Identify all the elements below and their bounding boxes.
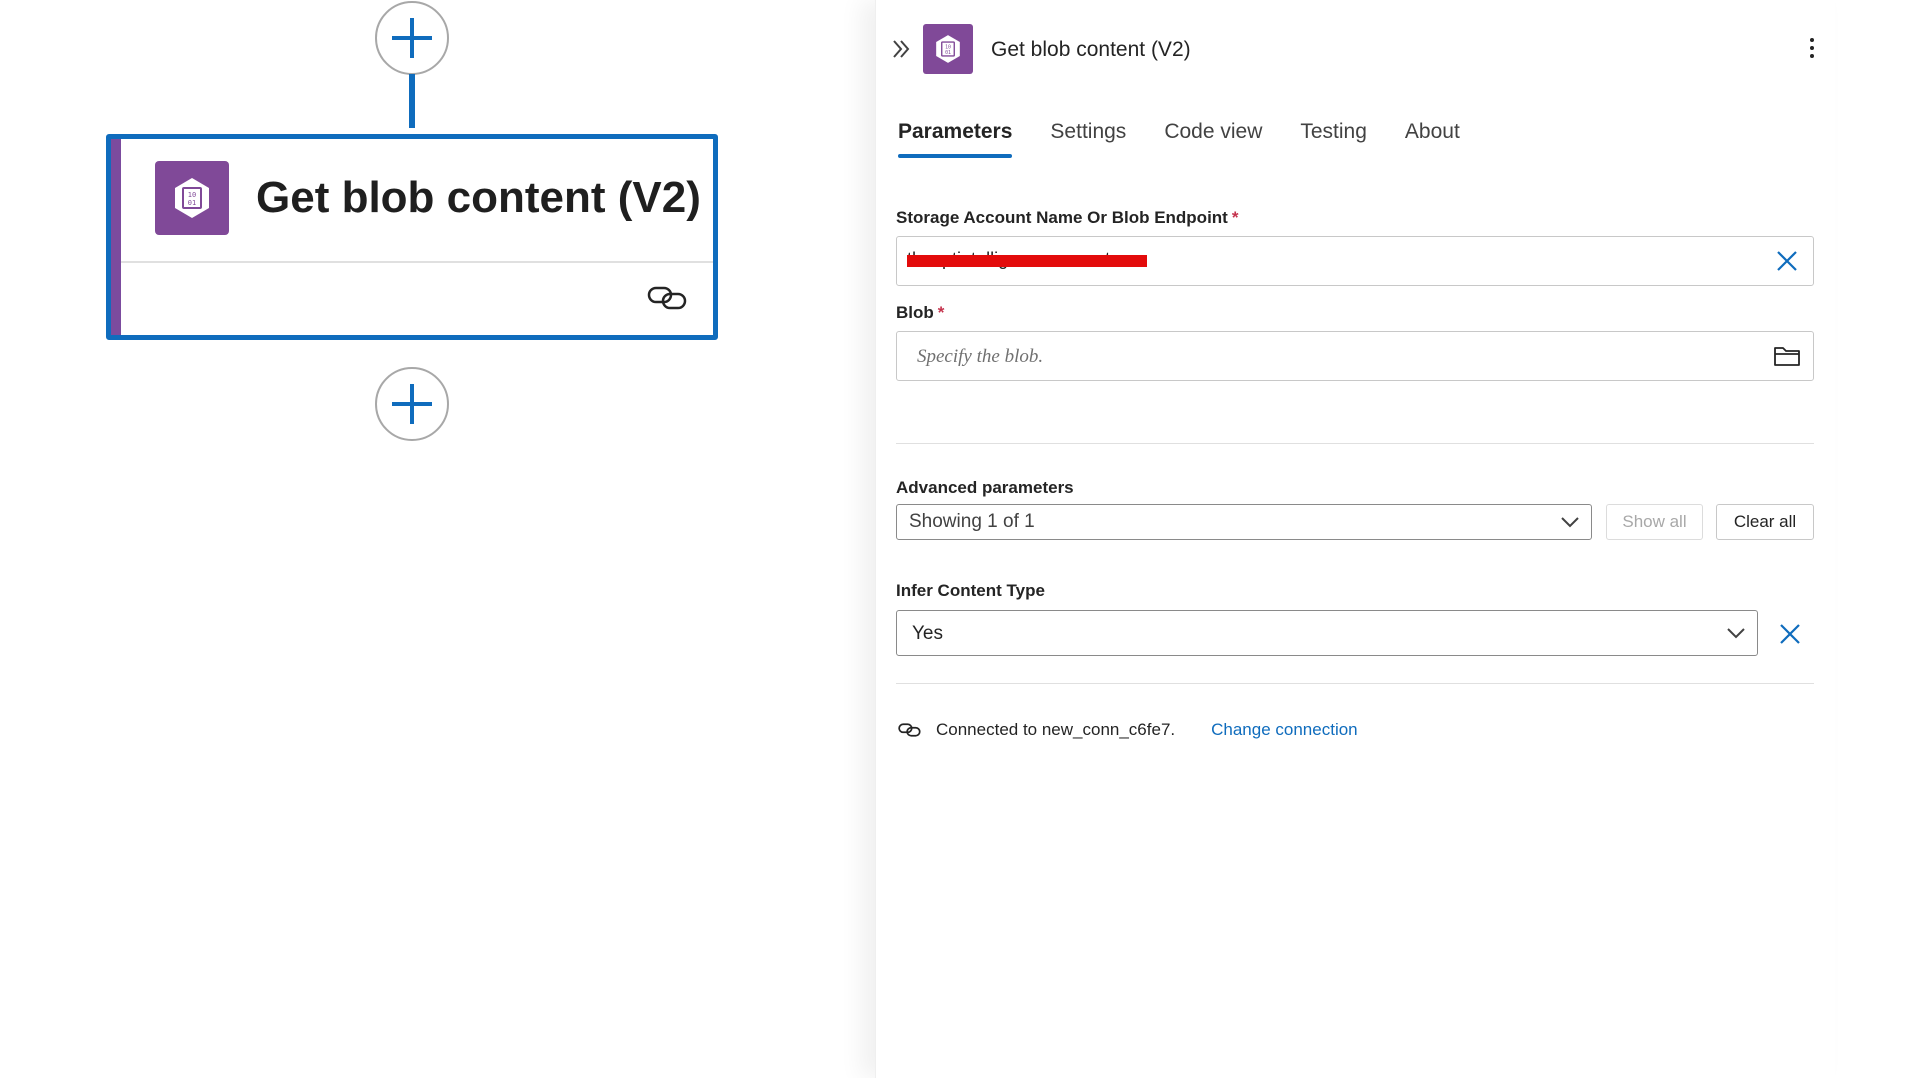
change-connection-link[interactable]: Change connection xyxy=(1211,720,1358,740)
link-icon xyxy=(898,723,921,737)
storage-account-label-text: Storage Account Name Or Blob Endpoint xyxy=(896,208,1228,227)
connection-status-text: Connected to new_conn_c6fe7. xyxy=(936,720,1176,739)
add-step-above-button[interactable] xyxy=(375,1,449,75)
folder-icon xyxy=(1774,347,1800,366)
collapse-panel-button[interactable] xyxy=(890,38,912,65)
node-divider xyxy=(121,261,713,263)
node-title: Get blob content (V2) xyxy=(256,173,701,222)
storage-account-input[interactable]: theaptintelligenceaccount xyxy=(896,236,1814,286)
remove-infer-content-type-button[interactable] xyxy=(1778,622,1802,651)
action-node-get-blob-content[interactable]: 10 01 Get blob content (V2) xyxy=(106,134,718,340)
svg-text:01: 01 xyxy=(945,50,951,56)
more-vertical-icon-dot xyxy=(1810,46,1814,50)
link-icon xyxy=(647,285,689,316)
required-marker: * xyxy=(1231,208,1239,227)
tab-parameters[interactable]: Parameters xyxy=(898,120,1013,158)
double-chevron-right-icon xyxy=(893,40,910,58)
panel-title: Get blob content (V2) xyxy=(991,38,1191,61)
designer-canvas: 10 01 Get blob content (V2) xyxy=(0,0,875,1078)
tab-code-view[interactable]: Code view xyxy=(1164,120,1262,158)
advanced-parameters-dropdown[interactable]: Showing 1 of 1 xyxy=(896,504,1592,540)
close-icon xyxy=(1780,624,1800,644)
svg-text:01: 01 xyxy=(188,199,196,207)
chevron-down-icon xyxy=(1725,624,1747,647)
browse-folder-button[interactable] xyxy=(1773,344,1801,373)
close-icon xyxy=(1777,251,1797,271)
more-options-button[interactable] xyxy=(1807,38,1817,60)
node-accent-bar xyxy=(111,139,121,335)
blob-input[interactable]: Specify the blob. xyxy=(896,331,1814,381)
chevron-down-icon xyxy=(1559,513,1581,536)
section-divider xyxy=(896,683,1814,684)
show-all-button[interactable]: Show all xyxy=(1606,504,1703,540)
clear-all-button[interactable]: Clear all xyxy=(1716,504,1814,540)
infer-content-type-label: Infer Content Type xyxy=(896,581,1045,600)
plus-icon xyxy=(392,18,432,58)
tab-about[interactable]: About xyxy=(1405,120,1460,158)
infer-content-type-dropdown[interactable]: Yes xyxy=(896,610,1758,656)
blob-label-text: Blob xyxy=(896,303,934,322)
infer-content-type-value: Yes xyxy=(912,623,943,644)
more-vertical-icon xyxy=(1810,38,1814,42)
blob-placeholder: Specify the blob. xyxy=(917,346,1044,367)
redaction-mark xyxy=(907,255,1147,267)
tab-testing[interactable]: Testing xyxy=(1300,120,1367,158)
advanced-parameters-value: Showing 1 of 1 xyxy=(909,511,1035,532)
add-step-below-button[interactable] xyxy=(375,367,449,441)
clear-storage-account-button[interactable] xyxy=(1775,249,1799,278)
storage-account-label: Storage Account Name Or Blob Endpoint * xyxy=(896,208,1238,228)
more-vertical-icon-dot xyxy=(1810,54,1814,58)
blob-label: Blob * xyxy=(896,303,944,323)
blob-storage-icon: 10 01 xyxy=(923,24,973,74)
blob-storage-icon: 10 01 xyxy=(155,161,229,235)
tab-settings[interactable]: Settings xyxy=(1050,120,1126,158)
required-marker: * xyxy=(937,303,945,322)
panel-tabs: Parameters Settings Code view Testing Ab… xyxy=(898,120,1460,158)
svg-text:10: 10 xyxy=(188,191,196,199)
action-details-panel: 10 01 Get blob content (V2) Parameters S… xyxy=(875,0,1835,1078)
plus-icon xyxy=(392,384,432,424)
connection-row: Connected to new_conn_c6fe7. Change conn… xyxy=(898,720,1358,740)
section-divider xyxy=(896,443,1814,444)
flow-connector-line xyxy=(409,74,415,128)
advanced-parameters-label: Advanced parameters xyxy=(896,478,1074,497)
